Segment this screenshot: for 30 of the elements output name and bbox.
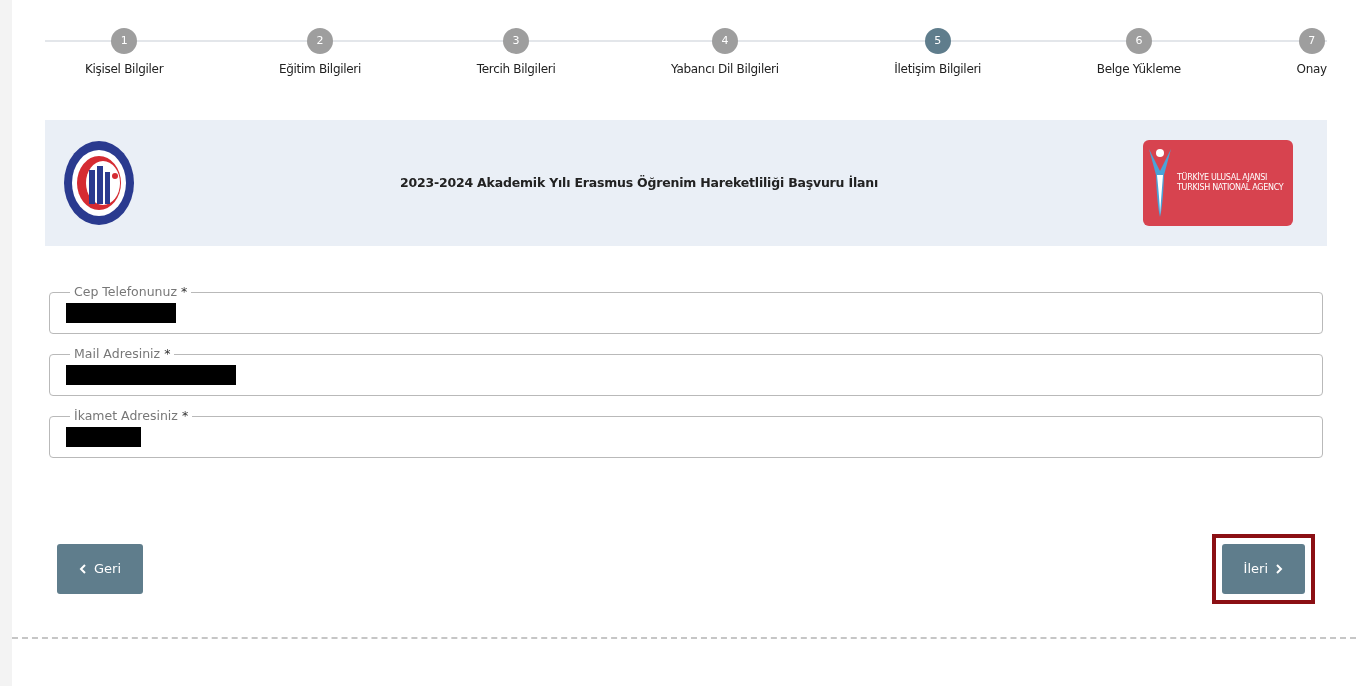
agency-name: TÜRKİYE ULUSAL AJANSI: [1177, 173, 1268, 183]
required-mark: *: [181, 408, 189, 423]
chevron-left-icon: [79, 564, 86, 574]
step-number[interactable]: 6: [1125, 28, 1152, 54]
required-mark: *: [164, 346, 171, 361]
announcement-title: 2023-2024 Akademik Yılı Erasmus Öğrenim Hareketliliği Başvuru İlanı: [400, 173, 878, 192]
step-number[interactable]: 2: [307, 28, 333, 54]
text-field[interactable]: Mail Adresiniz *: [49, 348, 1323, 396]
required-mark: *: [181, 284, 188, 299]
text-field[interactable]: Cep Telefonunuz *: [49, 286, 1323, 334]
step-label: Kişisel Bilgiler: [85, 61, 164, 78]
next-button[interactable]: İleri: [1221, 544, 1305, 594]
field-label: Mail Adresiniz: [74, 346, 161, 361]
step-label: Onay: [1296, 61, 1327, 78]
step-number[interactable]: 5: [924, 28, 951, 54]
text-field[interactable]: İkamet Adresiniz *: [49, 410, 1323, 458]
chevron-right-icon: [1276, 564, 1283, 574]
field-label: Cep Telefonunuz: [74, 284, 177, 299]
step-number[interactable]: 4: [711, 28, 738, 54]
step-label: Yabancı Dil Bilgileri: [671, 61, 779, 78]
step-number[interactable]: 1: [111, 28, 138, 54]
agency-name-english: TURKISH NATIONAL AGENCY: [1177, 183, 1284, 193]
step-label: İletişim Bilgileri: [894, 61, 982, 78]
step-number[interactable]: 7: [1298, 28, 1325, 54]
field-label: İkamet Adresiniz: [74, 408, 178, 423]
step-label: Belge Yükleme: [1096, 61, 1181, 78]
step-number[interactable]: 3: [503, 28, 530, 54]
back-button[interactable]: Geri: [57, 544, 144, 594]
step-label: Eğitim Bilgileri: [278, 61, 362, 78]
step-label: Tercih Bilgileri: [476, 61, 556, 78]
